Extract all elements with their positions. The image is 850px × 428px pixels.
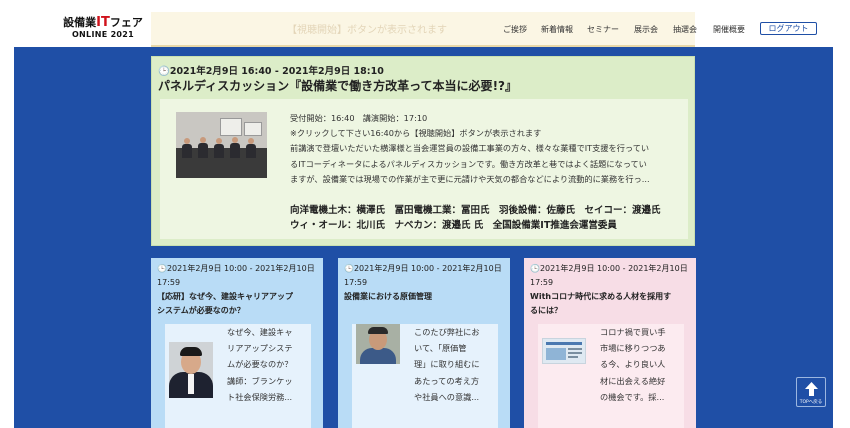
logout-button[interactable]: ログアウト — [760, 22, 817, 35]
previous-card-text: 【視聴開始】ボタンが表示されます — [287, 25, 447, 36]
arrow-up-icon — [805, 382, 818, 396]
nav-greeting[interactable]: ご挨拶 — [503, 24, 527, 35]
card-description: このたび弊社にお いて、「原価管 理」に取り組むに あたっての考え方 や社員への… — [414, 327, 480, 402]
card-description: なぜ今、建設キャ リアアップシステ ムが必要なのか？ 講師：ブランケッ ト社会保… — [227, 327, 293, 402]
speaker-photo — [169, 342, 213, 398]
panel-discussion-photo — [176, 112, 267, 178]
speaker-photo — [356, 324, 400, 364]
nav-lottery[interactable]: 抽選会 — [673, 24, 697, 35]
card-header: 🕒2021年2月9日 10:00 - 2021年2月10日 17:59 【応研】… — [157, 264, 315, 315]
featured-speakers: 向洋電機土木：横澤氏 冨田電機工業：冨田氏 羽後設備：佐藤氏 セイコー：渡邉氏 … — [290, 205, 661, 231]
back-to-top-label: TOPへ戻る — [799, 400, 823, 405]
card-body: コロナ禍で買い手 市場に移りつつあ る今、より良い人 材に出会える絶好 の機会で… — [538, 324, 684, 428]
card-header: 🕒2021年2月9日 10:00 - 2021年2月10日 17:59 With… — [530, 264, 688, 315]
nav-seminar[interactable]: セミナー — [587, 24, 619, 35]
nav-exhibition[interactable]: 展示会 — [634, 24, 658, 35]
card-body: このたび弊社にお いて、「原価管 理」に取り組むに あたっての考え方 や社員への… — [352, 324, 498, 428]
seminar-card-career-up[interactable]: 🕒2021年2月9日 10:00 - 2021年2月10日 17:59 【応研】… — [151, 258, 323, 428]
site-logo[interactable]: 設備業ITフェア ONLINE 2021 — [62, 15, 144, 43]
logo-title: 設備業ITフェア — [63, 15, 143, 30]
featured-title: パネルディスカッション『設備業で働き方改革って本当に必要!?』 — [158, 79, 517, 93]
featured-date: 🕒2021年2月9日 16:40 - 2021年2月9日 18:10 — [158, 66, 384, 77]
card-header: 🕒2021年2月9日 10:00 - 2021年2月10日 17:59 設備業に… — [344, 264, 502, 301]
logo-subtitle: ONLINE 2021 — [71, 30, 135, 39]
nav-news[interactable]: 新着情報 — [541, 24, 573, 35]
featured-body: 受付開始：16:40 講演開始：17:10 ※クリックして下さい16:40から【… — [160, 99, 688, 239]
card-description: コロナ禍で買い手 市場に移りつつあ る今、より良い人 材に出会える絶好 の機会で… — [600, 327, 666, 402]
back-to-top-button[interactable]: TOPへ戻る — [796, 377, 826, 407]
featured-description: 受付開始：16:40 講演開始：17:10 ※クリックして下さい16:40から【… — [290, 113, 650, 184]
slide-thumbnail — [542, 338, 586, 364]
card-body: なぜ今、建設キャ リアアップシステ ムが必要なのか？ 講師：ブランケッ ト社会保… — [165, 324, 311, 428]
seminar-card-hiring[interactable]: 🕒2021年2月9日 10:00 - 2021年2月10日 17:59 With… — [524, 258, 696, 428]
nav-overview[interactable]: 開催概要 — [713, 24, 745, 35]
featured-seminar-card[interactable]: 🕒2021年2月9日 16:40 - 2021年2月9日 18:10 パネルディ… — [151, 56, 695, 246]
seminar-card-cost-management[interactable]: 🕒2021年2月9日 10:00 - 2021年2月10日 17:59 設備業に… — [338, 258, 510, 428]
